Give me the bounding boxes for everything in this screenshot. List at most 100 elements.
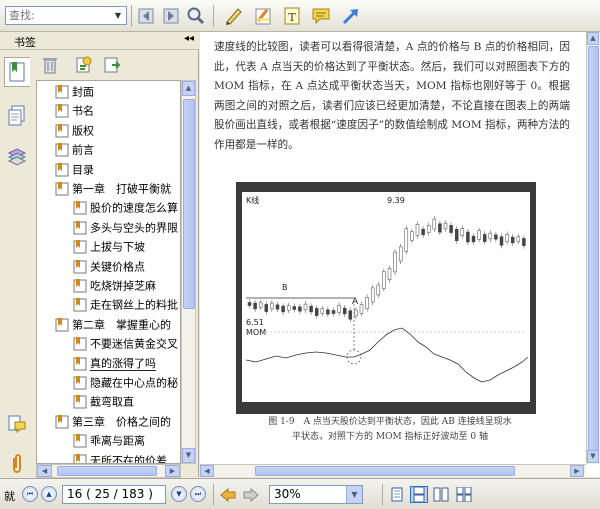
bookmark-vertical-scrollbar[interactable]: ▲ ▼ <box>181 80 196 464</box>
highlight-icon <box>255 8 271 25</box>
next-page-button[interactable]: ▼ <box>171 486 187 502</box>
text-box-tool-button[interactable]: T <box>280 4 304 28</box>
page-number-field[interactable]: 16 ( 25 / 183 ) <box>62 485 166 504</box>
candle-body <box>466 231 470 243</box>
go-back-button[interactable] <box>219 486 237 503</box>
scroll-down-button[interactable]: ▼ <box>182 448 195 463</box>
facing-view-button[interactable] <box>432 486 450 503</box>
doc-scroll-up-button[interactable]: ▲ <box>587 32 599 45</box>
bookmark-label: 真的涨得了吗 <box>90 357 156 372</box>
candle-body <box>303 303 308 311</box>
document-horizontal-scrollbar[interactable]: ◀ ▶ <box>200 464 586 477</box>
bookmark-item[interactable]: 目录 <box>55 161 94 178</box>
continuous-view-button[interactable] <box>410 486 428 503</box>
new-bookmark-button[interactable] <box>73 54 95 76</box>
highlight-tool-button[interactable] <box>251 4 275 28</box>
candle-body <box>499 236 504 246</box>
bookmark-horizontal-scrollbar[interactable]: ◀ ▶ <box>36 464 181 478</box>
find-dropdown-icon[interactable]: ▼ <box>110 7 126 24</box>
status-label: 就 <box>4 490 15 503</box>
find-next-button[interactable] <box>159 4 183 28</box>
tab-bookmarks[interactable] <box>4 57 30 87</box>
find-previous-button[interactable] <box>134 4 158 28</box>
doc-scroll-thumb[interactable] <box>588 46 599 451</box>
first-page-button[interactable]: ⏮ <box>22 486 38 502</box>
document-vertical-scrollbar[interactable]: ▲ ▼ <box>586 32 600 464</box>
candle-body <box>393 251 397 273</box>
bookmark-item[interactable]: 第三章 价格之间的 <box>55 413 171 430</box>
find-box[interactable]: ▼ <box>5 6 127 25</box>
new-bookmark-icon <box>76 56 92 73</box>
bookmark-tools <box>35 54 195 80</box>
bookmark-label: 不要迷信黄金交叉 <box>90 337 178 351</box>
bookmark-item[interactable]: 第一章 打破平衡就 <box>55 180 171 197</box>
bookmark-item[interactable]: 第二章 掌握重心的 <box>55 316 171 333</box>
bookmark-item[interactable]: 走在钢丝上的料批 <box>73 296 178 313</box>
find-input[interactable] <box>6 7 106 24</box>
bookmark-item[interactable]: 封面 <box>55 83 94 100</box>
doc-scroll-right-button[interactable]: ▶ <box>570 465 584 477</box>
search-icon <box>187 7 205 25</box>
bookmark-options-button[interactable] <box>101 54 123 76</box>
zoom-select[interactable]: 30% ▼ <box>269 485 363 504</box>
bookmark-item[interactable]: 隐藏在中心点的秘 <box>73 374 178 391</box>
bookmark-item[interactable]: 书名 <box>55 102 94 119</box>
doc-scroll-down-button[interactable]: ▼ <box>587 450 599 463</box>
bookmark-icon <box>55 182 69 196</box>
scroll-left-button[interactable]: ◀ <box>37 465 52 477</box>
comments-panel-icon <box>8 415 26 434</box>
bookmark-item[interactable]: 真的涨得了吗 <box>73 355 156 372</box>
candle-body <box>342 307 347 315</box>
bookmark-item[interactable]: 不要迷信黄金交叉 <box>73 335 178 352</box>
annotation-icon <box>226 8 242 25</box>
comment-tool-button[interactable] <box>309 4 333 28</box>
bookmark-item[interactable]: 前言 <box>55 141 94 158</box>
bookmark-scroll-thumb[interactable] <box>183 99 195 309</box>
doc-scroll-left-button[interactable]: ◀ <box>200 465 214 477</box>
doc-hscroll-thumb[interactable] <box>255 466 515 476</box>
last-page-button[interactable]: ⏭ <box>190 486 206 502</box>
pages-icon <box>8 105 25 126</box>
delete-bookmark-button[interactable] <box>39 54 61 76</box>
bookmark-item[interactable]: 关键价格点 <box>73 258 145 275</box>
bookmark-item[interactable]: 股价的速度怎么算 <box>73 199 178 216</box>
bookmark-item[interactable]: 乖离与距离 <box>73 432 145 449</box>
bookmark-icon <box>55 414 69 429</box>
arrow-tool-button[interactable] <box>339 4 363 28</box>
candlestick-series <box>247 216 526 323</box>
bookmark-label: 无所不在的价差 <box>90 454 167 464</box>
candle-body <box>488 232 493 240</box>
single-page-view-button[interactable] <box>388 486 406 503</box>
single-page-icon <box>391 487 403 502</box>
bookmark-hscroll-thumb[interactable] <box>57 466 157 476</box>
bookmark-item[interactable]: 吃烧饼掉芝麻 <box>73 277 156 294</box>
tab-comments[interactable] <box>4 409 30 439</box>
candle-body <box>443 222 448 230</box>
scroll-up-button[interactable]: ▲ <box>182 81 195 96</box>
bookmark-item[interactable]: 截弯取直 <box>73 393 134 410</box>
document-view[interactable]: 速度线的比较图，读者可以看得很清楚，A 点的价格与 B 点的价格相同，因此，代表… <box>200 32 600 477</box>
bookmark-label: 乖离与距离 <box>90 434 145 448</box>
tab-layers[interactable] <box>4 141 30 171</box>
collapse-sidebar-button[interactable]: ◂◂ <box>184 33 194 44</box>
bookmark-icon <box>55 85 69 99</box>
toolbar-separator <box>131 5 132 27</box>
tab-attachments[interactable] <box>4 449 30 479</box>
go-forward-button[interactable] <box>242 486 260 503</box>
point-b-label: B <box>282 283 288 292</box>
bookmark-item[interactable]: 多头与空头的界限 <box>73 219 178 236</box>
bookmark-label: 股价的速度怎么算 <box>90 201 178 215</box>
bookmark-item[interactable]: 上拔与下坡 <box>73 238 145 255</box>
continuous-facing-view-button[interactable] <box>455 486 473 503</box>
previous-page-button[interactable]: ▲ <box>41 486 57 502</box>
bookmark-label: 多头与空头的界限 <box>90 221 178 235</box>
scroll-right-button[interactable]: ▶ <box>165 465 180 477</box>
annotation-tool-button[interactable] <box>222 4 246 28</box>
back-arrow-icon <box>220 487 236 502</box>
peak-price-label: 9.39 <box>387 196 405 205</box>
bookmark-item[interactable]: 无所不在的价差 <box>73 452 167 464</box>
zoom-dropdown-icon[interactable]: ▼ <box>346 486 362 503</box>
search-button[interactable] <box>184 4 208 28</box>
bookmark-item[interactable]: 版权 <box>55 122 94 139</box>
tab-pages[interactable] <box>4 101 30 131</box>
